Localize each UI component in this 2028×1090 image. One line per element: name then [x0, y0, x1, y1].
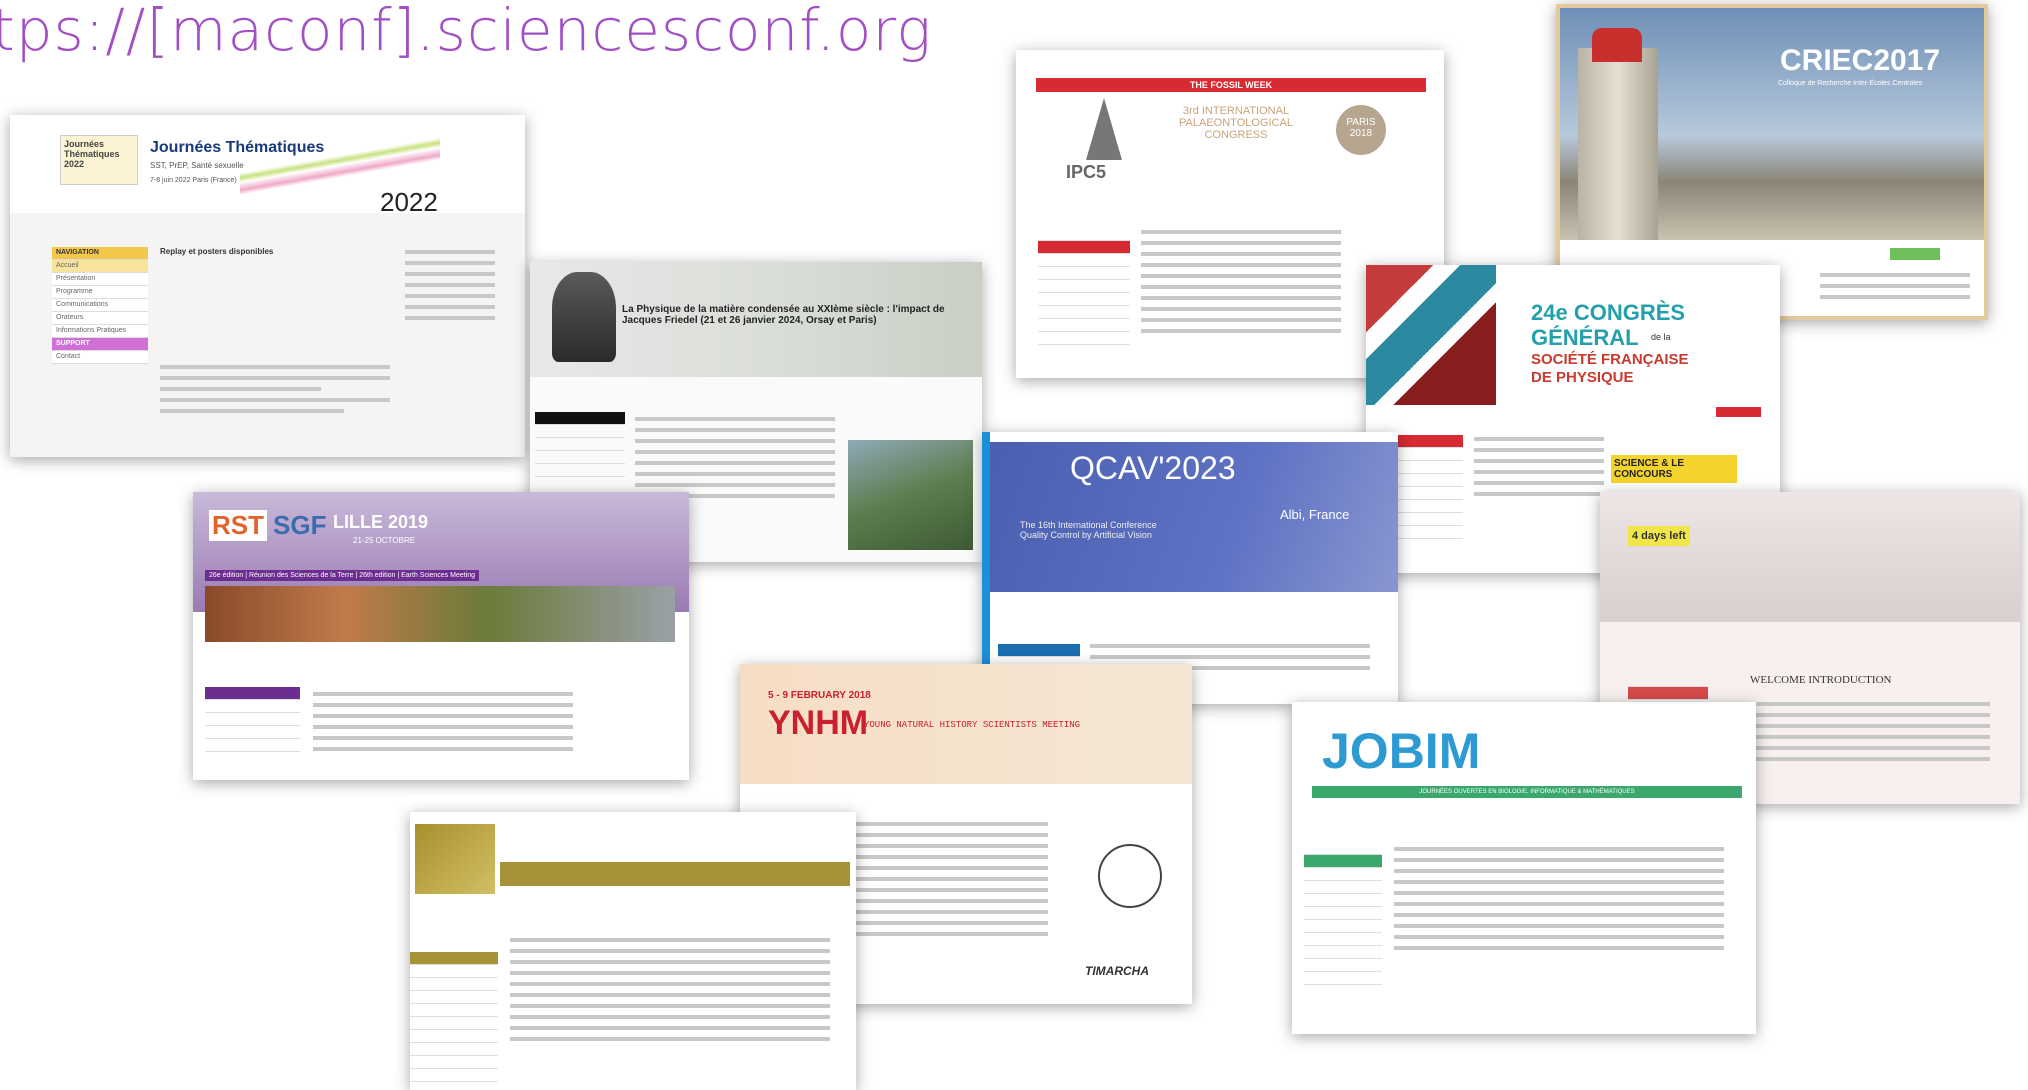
- jobim-body: [1394, 847, 1724, 957]
- cdes-logo: [415, 824, 495, 894]
- qcav-sidebar: [998, 644, 1080, 657]
- sgf-logo-sgf: SGF: [273, 510, 327, 540]
- fossil-badge: PARIS 2018: [1336, 105, 1386, 155]
- jt-logo: Journées Thématiques 2022: [60, 135, 138, 185]
- sfp-body: [1474, 437, 1604, 503]
- screenshot-journees-thematiques: Journées Thématiques 2022 Journées Théma…: [10, 115, 525, 457]
- fossil-title: 3rd INTERNATIONAL PALAEONTOLOGICAL CONGR…: [1179, 105, 1293, 141]
- jt-nav-6[interactable]: Informations Pratiques: [52, 325, 148, 338]
- ynhm-title: YOUNG NATURAL HISTORY SCIENTISTS MEETING: [864, 720, 1081, 730]
- tour-body: [1720, 702, 1990, 768]
- jt-nav-8[interactable]: Contact: [52, 351, 148, 364]
- cdes-gold-bar: [500, 862, 850, 886]
- insect-illustration-icon: [1098, 844, 1162, 908]
- url-heading: tps://[maconf].sciencesconf.org: [0, 0, 933, 64]
- physique-title: La Physique de la matière condensée au X…: [622, 304, 945, 326]
- eiffel-tower-icon: [1086, 98, 1122, 160]
- sfp-line2: GÉNÉRAL: [1531, 325, 1639, 350]
- jt-nav-5[interactable]: Orateurs: [52, 312, 148, 325]
- screenshot-sgf-lille-2019: RST SGF LILLE 2019 21-25 OCTOBRE 26e édi…: [193, 492, 689, 780]
- sgf-tagline: 26e édition | Réunion des Sciences de la…: [205, 570, 480, 581]
- sfp-menu-button[interactable]: [1716, 407, 1761, 417]
- ynhm-sponsor: TIMARCHA: [1085, 964, 1149, 978]
- sgf-rocks-photo: [205, 586, 675, 642]
- jt-nav-2[interactable]: Présentation: [52, 273, 148, 286]
- qcav-subtitle: The 16th International Conference Qualit…: [1020, 520, 1157, 540]
- jt-right-text: [405, 250, 495, 327]
- sfp-line3: de la: [1651, 332, 1671, 342]
- criec-register-button[interactable]: [1890, 248, 1940, 260]
- sfp-line5: DE PHYSIQUE: [1531, 369, 1634, 386]
- sgf-sidebar: [205, 687, 300, 752]
- jobim-title: JOBIM: [1322, 723, 1481, 779]
- jobim-subtitle: JOURNÉES OUVERTES EN BIOLOGIE, INFORMATI…: [1312, 786, 1742, 798]
- cdes-sidebar: [410, 952, 498, 1082]
- fossil-sidebar: [1038, 228, 1130, 345]
- fossil-banner: THE FOSSIL WEEK: [1036, 78, 1426, 92]
- qcav-place: Albi, France: [1280, 507, 1350, 522]
- qcav-title: QCAV'2023: [1070, 450, 1236, 486]
- jt-subtitle: SST, PrEP, Santé sexuelle: [150, 161, 244, 170]
- sfp-line4: SOCIÉTÉ FRANÇAISE: [1531, 351, 1689, 368]
- jt-sidebar: NAVIGATION Accueil Présentation Programm…: [52, 247, 148, 364]
- physique-aerial-photo: [848, 440, 973, 550]
- sgf-dates: 21-25 OCTOBRE: [353, 536, 416, 545]
- sgf-logo-rst: RST: [209, 510, 267, 541]
- lighthouse: [1578, 48, 1658, 240]
- lighthouse-lamp: [1592, 28, 1642, 62]
- jt-nav-3[interactable]: Programme: [52, 286, 148, 299]
- sgf-body: [313, 692, 573, 758]
- fossil-body: [1141, 230, 1341, 340]
- tour-stage-backdrop: [1600, 492, 2020, 622]
- criec-title: CRIEC2017: [1780, 44, 1941, 77]
- jt-nav-4[interactable]: Communications: [52, 299, 148, 312]
- sgf-city: LILLE 2019: [333, 512, 429, 532]
- tour-heading: WELCOME INTRODUCTION: [1750, 674, 1892, 686]
- jt-heading: Replay et posters disponibles: [160, 247, 274, 256]
- ynhm-body: [848, 822, 1048, 943]
- jt-nav-0: NAVIGATION: [52, 247, 148, 260]
- sfp-concours-badge: SCIENCE & LE CONCOURS: [1611, 455, 1737, 483]
- physique-sidebar: [535, 412, 625, 477]
- physique-portrait: [552, 272, 616, 362]
- cdes-body: [510, 938, 830, 1048]
- jobim-sidebar: [1304, 842, 1382, 985]
- jt-nav-7: SUPPORT: [52, 338, 148, 351]
- jt-date: 7-8 juin 2022 Paris (France): [150, 177, 237, 184]
- screenshot-jobim: JOBIM JOURNÉES OUVERTES EN BIOLOGIE, INF…: [1292, 702, 1756, 1034]
- criec-body: [1820, 273, 1970, 306]
- jt-nav-1[interactable]: Accueil: [52, 260, 148, 273]
- jt-wave-decoration: [240, 135, 440, 195]
- screenshot-cdes: [410, 812, 856, 1090]
- jt-body-text: [160, 365, 390, 420]
- sfp-line1: 24e CONGRÈS: [1531, 300, 1686, 325]
- tour-sign: 4 days left: [1628, 526, 1690, 546]
- ynhm-dates: 5 - 9 FEBRUARY 2018: [768, 690, 871, 701]
- fossil-logo: IPC5: [1066, 162, 1107, 182]
- criec-subtitle: Colloque de Recherche Inter-Écoles Centr…: [1778, 80, 1923, 87]
- ynhm-logo: YNHM: [768, 704, 869, 742]
- sfp-geometric-art: [1366, 265, 1496, 405]
